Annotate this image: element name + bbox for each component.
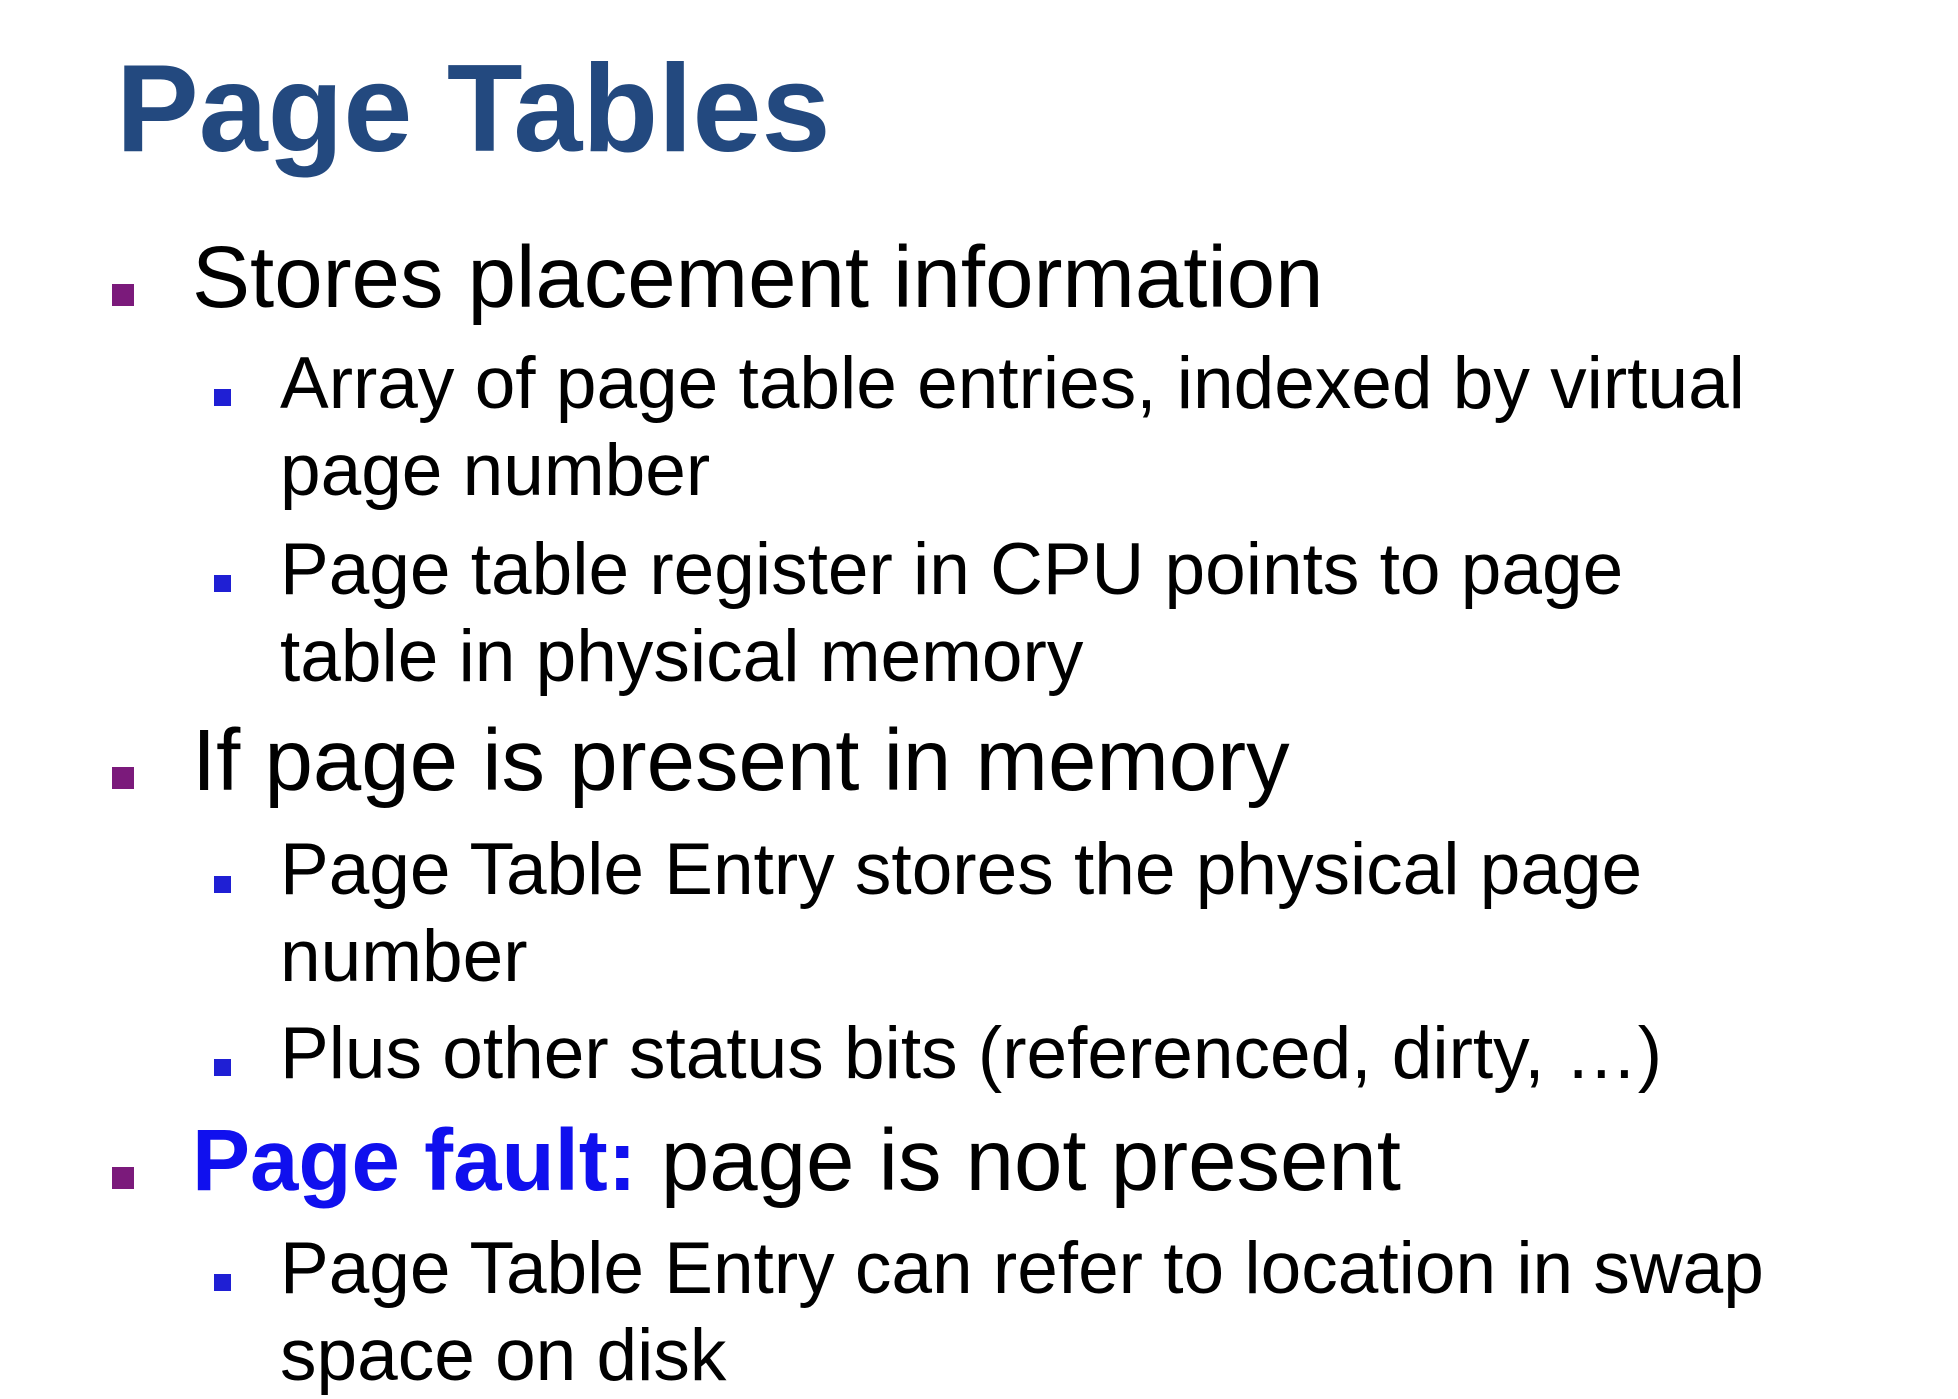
square-bullet-icon bbox=[112, 1167, 134, 1189]
bullet-text: table in physical memory bbox=[280, 616, 1084, 697]
bullet-item: Page fault: page is not present bbox=[192, 1111, 1401, 1211]
bullet-text: page number bbox=[280, 430, 711, 511]
square-bullet-icon bbox=[112, 767, 134, 789]
square-bullet-icon bbox=[112, 284, 134, 306]
bullet-text: number bbox=[280, 916, 528, 997]
slide: Page Tables Stores placement information… bbox=[0, 0, 1958, 1396]
bullet-text: If page is present in memory bbox=[192, 712, 1290, 809]
bullet-text: Page fault: page is not present bbox=[192, 1111, 1401, 1211]
bullet-text: Array of page table entries, indexed by … bbox=[280, 343, 1745, 424]
bullet-text-rest: page is not present bbox=[636, 1112, 1401, 1209]
sub-bullet-item: Page table register in CPU points to pag… bbox=[280, 526, 1623, 700]
bullet-text: Page table register in CPU points to pag… bbox=[280, 529, 1624, 610]
square-bullet-icon bbox=[214, 1059, 231, 1076]
bullet-item: If page is present in memory bbox=[192, 711, 1290, 811]
sub-bullet-item: Page Table Entry can refer to location i… bbox=[280, 1225, 1764, 1399]
square-bullet-icon bbox=[214, 876, 231, 893]
slide-title: Page Tables bbox=[116, 40, 831, 178]
square-bullet-icon bbox=[214, 1274, 231, 1291]
page-fault-term: Page fault: bbox=[192, 1112, 637, 1209]
sub-bullet-item: Page Table Entry stores the physical pag… bbox=[280, 826, 1642, 1000]
bullet-text: Page Table Entry can refer to location i… bbox=[280, 1228, 1764, 1309]
bullet-text: Stores placement information bbox=[192, 229, 1324, 326]
square-bullet-icon bbox=[214, 575, 231, 592]
bullet-text: space on disk bbox=[280, 1315, 727, 1396]
sub-bullet-item: Plus other status bits (referenced, dirt… bbox=[280, 1010, 1662, 1097]
bullet-text: Plus other status bits (referenced, dirt… bbox=[280, 1013, 1663, 1094]
square-bullet-icon bbox=[214, 389, 231, 406]
sub-bullet-item: Array of page table entries, indexed by … bbox=[280, 340, 1745, 514]
bullet-item: Stores placement information bbox=[192, 228, 1324, 328]
bullet-text: Page Table Entry stores the physical pag… bbox=[280, 829, 1643, 910]
